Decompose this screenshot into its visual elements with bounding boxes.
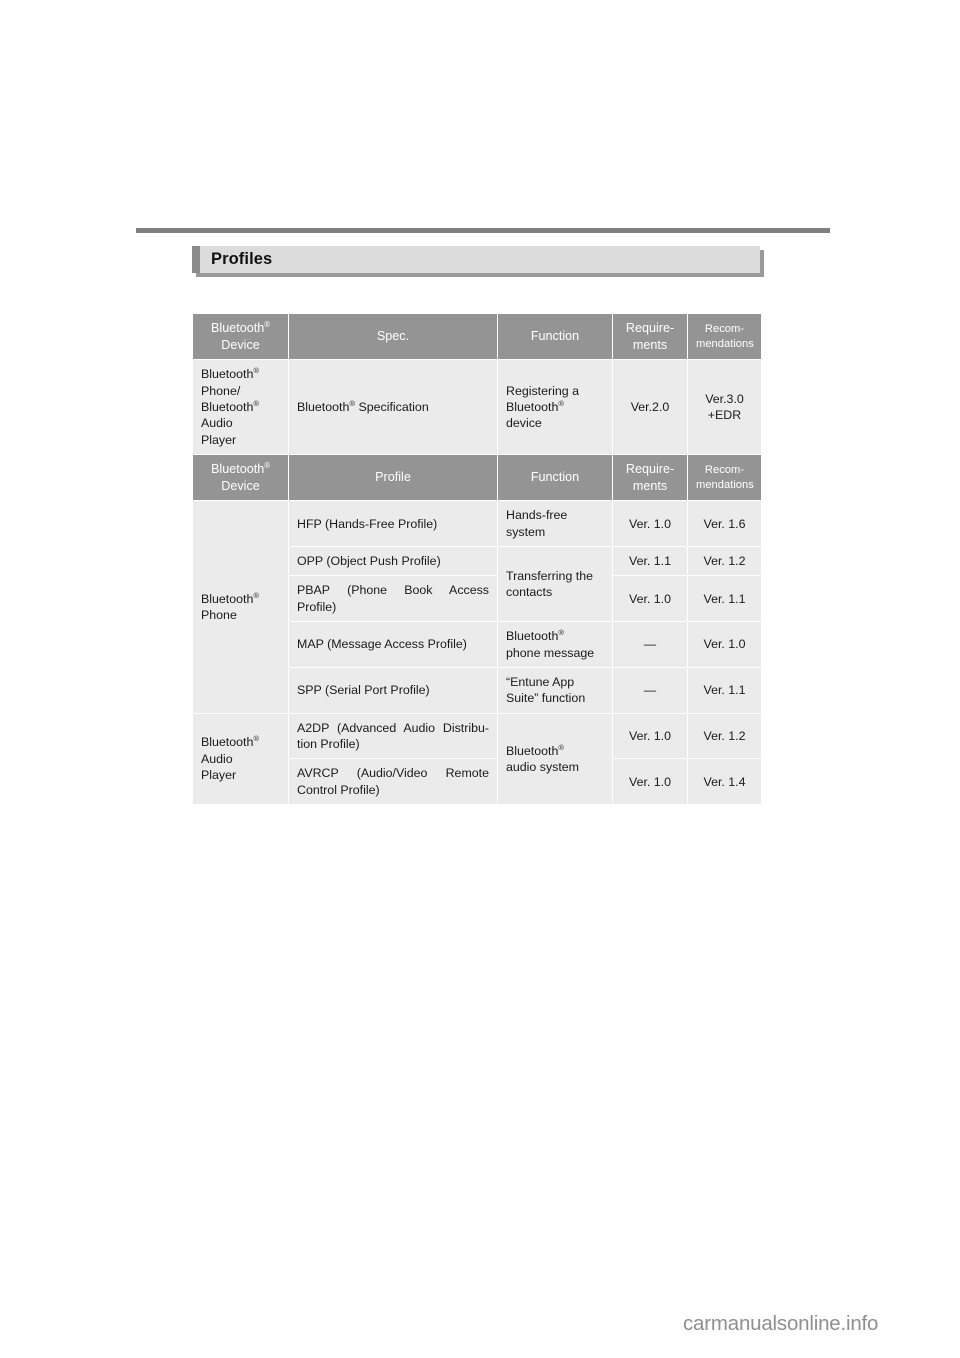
section-header-accent-bar <box>192 246 200 273</box>
header-cell-function: Function <box>497 312 613 361</box>
cell-function: Hands-free system <box>497 500 613 548</box>
cell-recommendations: Ver. 1.0 <box>687 621 762 668</box>
cell-function: Bluetooth® phone message <box>497 621 613 668</box>
cell-profile: SPP (Serial Port Profile) <box>288 666 498 714</box>
cell-recommendations: Ver. 1.2 <box>687 712 762 760</box>
cell-requirements: Ver. 1.0 <box>612 500 688 548</box>
header-cell-spec: Spec. <box>288 312 498 361</box>
page-title: Profiles <box>211 250 273 268</box>
table-row: Bluetooth® Phone HFP (Hands-Free Profile)… <box>192 500 762 714</box>
cell-recommendations: Ver.3.0 +EDR <box>687 359 762 456</box>
cell-requirements: — <box>612 666 688 714</box>
site-watermark: carmanualsonline.info <box>683 1312 879 1335</box>
cell-device: Bluetooth® Phone/Bluetooth® Audio Player <box>192 359 289 456</box>
cell-recommendations: Ver. 1.1 <box>687 666 762 714</box>
section-header-profiles: Profiles <box>192 246 760 273</box>
cell-requirements: — <box>612 621 688 668</box>
page-top-rule <box>136 228 830 233</box>
profile-table-header-row: Bluetooth® Device Profile Function Requir… <box>192 454 762 502</box>
table-body: Bluetooth® Device Spec. Function Require-… <box>192 312 762 806</box>
cell-profile: MAP (Message Access Profile) <box>288 621 498 668</box>
table-row: Bluetooth® Phone/Bluetooth® Audio Player Bl… <box>192 359 762 456</box>
table-row: Bluetooth® Audio Player A2DP (Advanced Aud… <box>192 712 762 806</box>
cell-spec: Bluetooth® Specification <box>288 359 498 456</box>
cell-function: “Entune App Suite” function <box>497 666 613 714</box>
header-cell-device: Bluetooth® Device <box>192 454 289 502</box>
cell-function: Bluetooth® audio system <box>497 712 613 806</box>
cell-requirements: Ver. 1.0 <box>612 758 688 806</box>
header-cell-requirements: Require-ments <box>612 312 688 361</box>
cell-profile: AVRCP (Audio/Video Remote Control Profil… <box>288 758 498 806</box>
cell-requirements: Ver. 1.1 <box>612 546 688 577</box>
spec-table-header-row: Bluetooth® Device Spec. Function Require-… <box>192 312 762 361</box>
cell-function: Registering a Bluetooth® device <box>497 359 613 456</box>
cell-device-group: Bluetooth® Audio Player <box>192 712 289 806</box>
header-cell-device: Bluetooth® Device <box>192 312 289 361</box>
cell-profile: PBAP (Phone Book Access Profile) <box>288 575 498 623</box>
cell-recommendations: Ver. 1.6 <box>687 500 762 548</box>
cell-recommendations: Ver. 1.2 <box>687 546 762 577</box>
header-cell-function: Function <box>497 454 613 502</box>
section-header-body: Profiles <box>200 246 760 273</box>
header-cell-requirements: Require-ments <box>612 454 688 502</box>
cell-function: Transferring the contacts <box>497 546 613 623</box>
header-cell-profile: Profile <box>288 454 498 502</box>
cell-profile: OPP (Object Push Profile) <box>288 546 498 577</box>
cell-recommendations: Ver. 1.4 <box>687 758 762 806</box>
bluetooth-profiles-table: Bluetooth® Device Spec. Function Require-… <box>192 312 762 806</box>
cell-requirements: Ver.2.0 <box>612 359 688 456</box>
header-cell-recommendations: Recom-mendations <box>687 454 762 502</box>
cell-profile: HFP (Hands-Free Profile) <box>288 500 498 548</box>
cell-recommendations: Ver. 1.1 <box>687 575 762 623</box>
cell-requirements: Ver. 1.0 <box>612 712 688 760</box>
cell-requirements: Ver. 1.0 <box>612 575 688 623</box>
header-cell-recommendations: Recom-mendations <box>687 312 762 361</box>
cell-profile: A2DP (Advanced Audio Distribu-tion Profi… <box>288 712 498 760</box>
cell-device-group: Bluetooth® Phone <box>192 500 289 714</box>
